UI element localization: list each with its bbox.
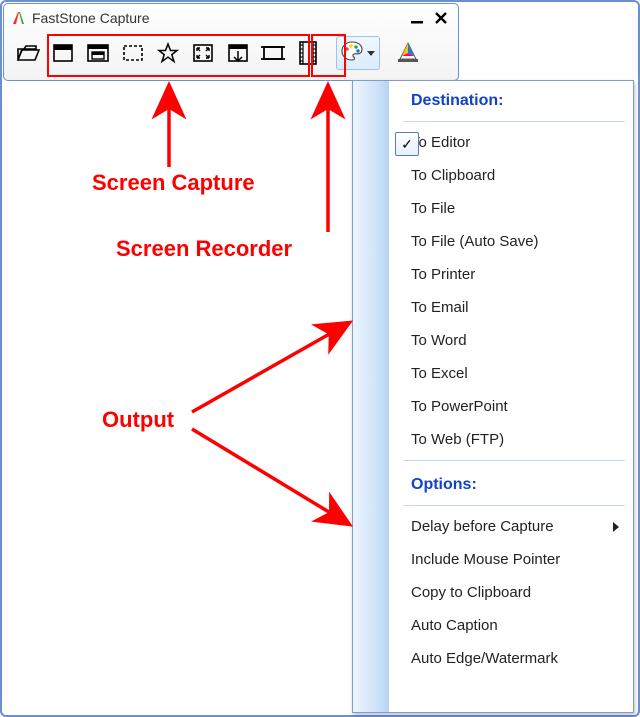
screen-draw-button[interactable] [392, 36, 424, 70]
menu-gutter [353, 81, 389, 712]
menu-header-destination: Destination: [389, 81, 633, 117]
menu-item-label: Delay before Capture [411, 518, 554, 535]
menu-item-label: Copy to Clipboard [411, 584, 531, 601]
open-file-button[interactable] [12, 36, 44, 70]
capture-rectangle-button[interactable] [117, 36, 149, 70]
dropdown-arrow-icon [367, 51, 375, 56]
menu-item-copy-to-clipboard[interactable]: Copy to Clipboard [389, 576, 633, 609]
menu-item-label: To Clipboard [411, 167, 495, 184]
capture-full-screen-button[interactable] [187, 36, 219, 70]
app-title: FastStone Capture [32, 10, 404, 26]
titlebar: FastStone Capture [4, 4, 458, 32]
menu-item-auto-caption[interactable]: Auto Caption [389, 609, 633, 642]
menu-item-to-web-ftp[interactable]: To Web (FTP) [389, 423, 633, 456]
menu-item-label: To Web (FTP) [411, 431, 504, 448]
menu-item-to-printer[interactable]: To Printer [389, 258, 633, 291]
output-dropdown-menu: Destination: ✓ To Editor To Clipboard To… [352, 80, 634, 713]
menu-item-to-editor[interactable]: ✓ To Editor [389, 126, 633, 159]
menu-item-delay-before-capture[interactable]: Delay before Capture [389, 510, 633, 543]
menu-item-to-clipboard[interactable]: To Clipboard [389, 159, 633, 192]
menu-item-to-word[interactable]: To Word [389, 324, 633, 357]
menu-item-to-excel[interactable]: To Excel [389, 357, 633, 390]
app-icon [10, 10, 26, 26]
capture-active-window-button[interactable] [47, 36, 79, 70]
menu-item-label: Auto Edge/Watermark [411, 650, 558, 667]
menu-item-to-powerpoint[interactable]: To PowerPoint [389, 390, 633, 423]
capture-scrolling-button[interactable] [222, 36, 254, 70]
output-settings-button[interactable] [336, 36, 380, 70]
menu-item-label: Include Mouse Pointer [411, 551, 560, 568]
annotation-label-recorder: Screen Recorder [116, 236, 292, 262]
menu-item-to-email[interactable]: To Email [389, 291, 633, 324]
screen-recorder-button[interactable] [292, 36, 324, 70]
menu-item-label: To Excel [411, 365, 468, 382]
menu-item-label: To File (Auto Save) [411, 233, 539, 250]
menu-item-include-mouse-pointer[interactable]: Include Mouse Pointer [389, 543, 633, 576]
menu-item-label: To Email [411, 299, 469, 316]
toolbar [4, 32, 458, 76]
menu-item-label: To Printer [411, 266, 475, 283]
menu-item-label: To PowerPoint [411, 398, 508, 415]
minimize-button[interactable] [406, 9, 428, 27]
menu-item-label: To File [411, 200, 455, 217]
menu-item-label: Auto Caption [411, 617, 498, 634]
annotation-label-capture: Screen Capture [92, 170, 255, 196]
menu-separator [403, 121, 625, 122]
menu-item-label: To Word [411, 332, 467, 349]
submenu-arrow-icon [613, 522, 619, 532]
capture-window-object-button[interactable] [82, 36, 114, 70]
menu-item-label: To Editor [411, 134, 470, 151]
annotation-label-output: Output [102, 407, 174, 433]
capture-freehand-button[interactable] [152, 36, 184, 70]
menu-item-to-file-autosave[interactable]: To File (Auto Save) [389, 225, 633, 258]
menu-item-to-file[interactable]: To File [389, 192, 633, 225]
capture-fixed-region-button[interactable] [257, 36, 289, 70]
check-icon: ✓ [395, 132, 419, 156]
menu-separator [403, 505, 625, 506]
close-button[interactable] [430, 9, 452, 27]
menu-header-options: Options: [389, 465, 633, 501]
app-window: FastStone Capture [3, 3, 459, 81]
menu-item-auto-edge-watermark[interactable]: Auto Edge/Watermark [389, 642, 633, 675]
menu-separator [403, 460, 625, 461]
palette-icon [341, 41, 363, 66]
